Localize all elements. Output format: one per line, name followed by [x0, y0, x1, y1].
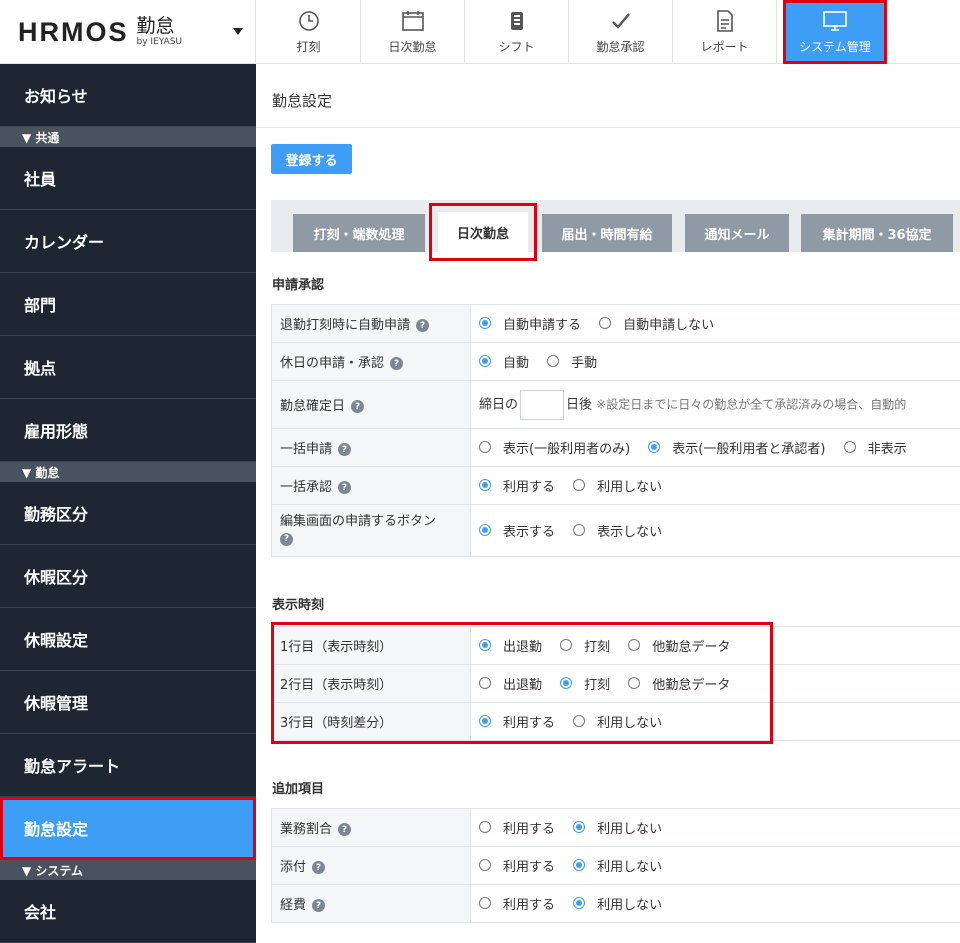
- sidebar-item-calendar[interactable]: カレンダー: [0, 210, 256, 273]
- nav-system-admin[interactable]: システム管理: [783, 0, 887, 64]
- nav-daily-attendance[interactable]: 日次勤怠: [361, 0, 465, 64]
- sidebar-item-leave-settings[interactable]: 休暇設定: [0, 608, 256, 671]
- document-icon: [716, 9, 733, 32]
- help-icon[interactable]: ?: [280, 532, 293, 546]
- radio-holiday-auto[interactable]: 自動: [479, 352, 529, 371]
- table-row: 経費? 利用する 利用しない: [271, 884, 960, 923]
- radio-attachment-nouse[interactable]: 利用しない: [573, 856, 662, 875]
- sidebar-item-employees[interactable]: 社員: [0, 147, 256, 210]
- table-row: 一括承認? 利用する 利用しない: [271, 466, 960, 505]
- help-icon[interactable]: ?: [338, 443, 352, 456]
- check-icon: [611, 12, 630, 29]
- section-title-approval: 申請承認: [272, 278, 325, 293]
- radio-auto-apply-off[interactable]: 自動申請しない: [599, 314, 714, 333]
- table-row: 休日の申請・承認? 自動 手動: [271, 342, 960, 381]
- sidebar-item-notice[interactable]: お知らせ: [0, 64, 256, 127]
- register-button[interactable]: 登録する: [271, 144, 352, 174]
- tab-stamping[interactable]: 打刻・端数処理: [293, 214, 425, 252]
- help-icon[interactable]: ?: [390, 357, 404, 370]
- sidebar-item-work-type[interactable]: 勤務区分: [0, 482, 256, 545]
- logo-product: 勤怠: [136, 15, 175, 37]
- table-row: 添付? 利用する 利用しない: [271, 846, 960, 885]
- radio-expense-nouse[interactable]: 利用しない: [573, 894, 662, 913]
- shift-icon: [510, 11, 523, 30]
- radio-bulk-apply-general[interactable]: 表示(一般利用者のみ): [479, 438, 630, 457]
- help-icon[interactable]: ?: [312, 899, 326, 912]
- radio-bulk-apply-hide[interactable]: 非表示: [843, 438, 907, 457]
- radio-holiday-manual[interactable]: 手動: [547, 352, 597, 371]
- section-title-additional: 追加項目: [272, 782, 325, 797]
- tab-notifications[interactable]: 届出・時間有給: [542, 214, 672, 252]
- table-row: 勤怠確定日? 締日の 日後 ※設定日までに日々の勤怠が全て承認済みの場合、自動的: [271, 380, 960, 429]
- table-row: 編集画面の申請するボタン? 表示する 表示しない: [271, 504, 960, 557]
- tab-aggregation[interactable]: 集計期間・36協定: [801, 214, 953, 252]
- sidebar-section-system[interactable]: ▼ システム: [0, 860, 256, 880]
- main-nav: 打刻 日次勤怠 シフト 勤怠承認 レポート システム管理: [257, 0, 887, 64]
- logo-by: by IEYASU: [136, 37, 183, 47]
- radio-bulk-apply-all[interactable]: 表示(一般利用者と承認者): [648, 438, 825, 457]
- sidebar-item-employment-type[interactable]: 雇用形態: [0, 399, 256, 462]
- radio-work-ratio-use[interactable]: 利用する: [479, 818, 555, 837]
- sidebar-item-attendance-settings[interactable]: 勤怠設定: [0, 797, 256, 860]
- radio-expense-use[interactable]: 利用する: [479, 894, 555, 913]
- help-icon[interactable]: ?: [351, 400, 365, 413]
- sidebar-item-attendance-alert[interactable]: 勤怠アラート: [0, 734, 256, 797]
- radio-attachment-use[interactable]: 利用する: [479, 856, 555, 875]
- help-icon[interactable]: ?: [338, 823, 352, 836]
- main-content: 勤怠設定 登録する 打刻・端数処理 日次勤怠 届出・時間有給 通知メール 集計期…: [256, 64, 960, 943]
- sidebar: お知らせ ▼ 共通 社員 カレンダー 部門 拠点 雇用形態 ▼ 勤怠 勤務区分 …: [0, 64, 256, 943]
- radio-bulk-approve-off[interactable]: 利用しない: [573, 476, 662, 495]
- sidebar-item-departments[interactable]: 部門: [0, 273, 256, 336]
- confirm-days-input[interactable]: [520, 389, 565, 420]
- help-icon[interactable]: ?: [416, 319, 430, 332]
- table-row: 退勤打刻時に自動申請? 自動申請する 自動申請しない: [271, 304, 960, 343]
- clock-icon: [298, 10, 319, 31]
- chevron-down-icon[interactable]: [233, 28, 243, 35]
- nav-approval[interactable]: 勤怠承認: [569, 0, 673, 64]
- radio-auto-apply-on[interactable]: 自動申請する: [479, 314, 581, 333]
- help-icon[interactable]: ?: [338, 481, 352, 494]
- settings-tabs: 打刻・端数処理 日次勤怠 届出・時間有給 通知メール 集計期間・36協定: [271, 200, 960, 261]
- logo-text: HRMOS: [18, 16, 129, 47]
- table-row: 一括申請? 表示(一般利用者のみ) 表示(一般利用者と承認者) 非表示: [271, 428, 960, 467]
- nav-report[interactable]: レポート: [673, 0, 777, 64]
- divider: [256, 127, 960, 128]
- help-icon[interactable]: ?: [312, 861, 326, 874]
- calendar-icon: [401, 10, 424, 31]
- nav-shift[interactable]: シフト: [465, 0, 569, 64]
- sidebar-item-company[interactable]: 会社: [0, 880, 256, 943]
- sidebar-item-locations[interactable]: 拠点: [0, 336, 256, 399]
- section-title-display-time: 表示時刻: [272, 598, 325, 613]
- sidebar-section-attendance[interactable]: ▼ 勤怠: [0, 462, 256, 482]
- tab-notice-mail[interactable]: 通知メール: [685, 214, 789, 252]
- radio-apply-button-show[interactable]: 表示する: [479, 521, 555, 540]
- monitor-icon: [823, 10, 847, 31]
- radio-bulk-approve-on[interactable]: 利用する: [479, 476, 555, 495]
- table-row: 業務割合? 利用する 利用しない: [271, 808, 960, 847]
- highlight-box: [271, 622, 773, 744]
- radio-apply-button-hide[interactable]: 表示しない: [573, 521, 662, 540]
- nav-dakoku[interactable]: 打刻: [257, 0, 361, 64]
- tab-daily-attendance[interactable]: 日次勤怠: [429, 203, 537, 261]
- sidebar-item-leave-type[interactable]: 休暇区分: [0, 545, 256, 608]
- additional-table: 業務割合? 利用する 利用しない 添付? 利用する 利用しない 経費? 利用する…: [271, 808, 960, 923]
- sidebar-item-leave-management[interactable]: 休暇管理: [0, 671, 256, 734]
- sidebar-section-common[interactable]: ▼ 共通: [0, 127, 256, 147]
- radio-work-ratio-nouse[interactable]: 利用しない: [573, 818, 662, 837]
- confirm-note: ※設定日までに日々の勤怠が全て承認済みの場合、自動的: [596, 397, 907, 411]
- approval-table: 退勤打刻時に自動申請? 自動申請する 自動申請しない 休日の申請・承認? 自動 …: [271, 304, 960, 557]
- brand-logo[interactable]: HRMOS 勤怠 by IEYASU: [0, 0, 256, 64]
- top-bar: HRMOS 勤怠 by IEYASU 打刻 日次勤怠 シフト 勤怠承認 レポート: [0, 0, 960, 64]
- page-title: 勤怠設定: [272, 92, 333, 110]
